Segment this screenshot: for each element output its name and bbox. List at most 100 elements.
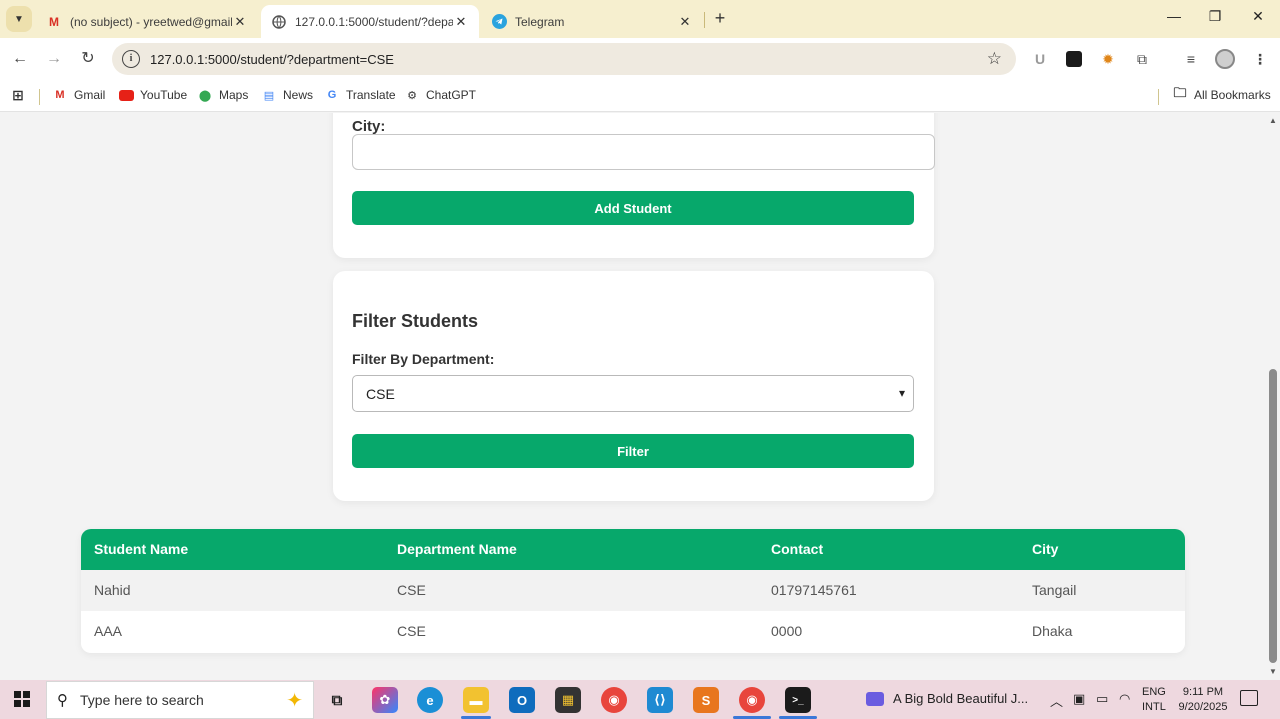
address-bar[interactable]: i 127.0.0.1:5000/student/?department=CSE… [112, 43, 1016, 75]
new-tab-button[interactable]: + [710, 8, 730, 28]
bookmark-maps[interactable]: ⬤ Maps [197, 87, 249, 103]
all-bookmarks-label: All Bookmarks [1194, 88, 1271, 102]
forward-icon[interactable]: → [43, 48, 65, 70]
chevron-down-icon: ▾ [898, 386, 905, 400]
bookmarks-bar: ⊞ M Gmail YouTube ⬤ Maps ▤ News G Transl… [0, 80, 1280, 112]
browser-toolbar: ← → ↻ i 127.0.0.1:5000/student/?departme… [0, 38, 1280, 80]
tab-telegram[interactable]: Telegram ✕ [481, 5, 703, 38]
bookmark-separator [1158, 89, 1159, 105]
close-icon[interactable]: ✕ [453, 14, 469, 30]
chatgpt-icon: ⚙ [407, 89, 417, 102]
column-header: Department Name [397, 541, 517, 557]
tab-student[interactable]: 127.0.0.1:5000/student/?depart ✕ [261, 5, 479, 38]
tab-gmail[interactable]: M (no subject) - yreetwed@gmail. ✕ [36, 5, 258, 38]
bookmark-star-icon[interactable]: ☆ [987, 49, 1002, 69]
youtube-icon [118, 87, 134, 103]
chrome-icon[interactable]: ◉ [601, 687, 627, 713]
windows-start-icon[interactable] [14, 691, 30, 707]
chevron-down-icon: ▼ [14, 13, 24, 25]
copilot-icon[interactable]: ✿ [372, 687, 398, 713]
page-viewport: City: Add Student Filter Students Filter… [0, 113, 1280, 680]
vscode-icon[interactable]: ⟨⟩ [647, 687, 673, 713]
scroll-up-icon[interactable]: ▲ [1269, 116, 1277, 125]
translate-icon: G [327, 89, 337, 101]
site-info-icon[interactable]: i [122, 50, 140, 68]
close-window-icon[interactable]: ✕ [1248, 8, 1268, 25]
file-explorer-icon[interactable]: ▬ [463, 687, 489, 713]
wifi-icon[interactable]: ◠ [1119, 691, 1130, 707]
terminal-icon[interactable]: >_ [785, 687, 811, 713]
table-cell: Dhaka [1032, 623, 1073, 639]
column-header: Contact [771, 541, 824, 557]
reload-icon[interactable]: ↻ [77, 48, 99, 70]
table-cell: 01797145761 [771, 582, 857, 598]
filter-card: Filter Students Filter By Department: CS… [333, 271, 934, 501]
app-tool-icon[interactable]: ▦ [555, 687, 581, 713]
all-bookmarks[interactable]: 🗀 All Bookmarks [1172, 85, 1271, 103]
media-playing[interactable]: A Big Bold Beautiful J... [866, 691, 1028, 706]
menu-kebab-icon[interactable]: ⋮ [1250, 49, 1270, 69]
column-header: Student Name [94, 541, 189, 557]
extensions-puzzle-icon[interactable]: ⧉ [1132, 49, 1152, 69]
filter-button[interactable]: Filter [352, 434, 914, 468]
city-input[interactable] [352, 134, 935, 170]
bookmark-label: ChatGPT [426, 88, 477, 102]
bookmark-label: Translate [346, 88, 396, 102]
bookmark-youtube[interactable]: YouTube [118, 87, 187, 103]
clock-time: 9:11 PM [1182, 686, 1224, 698]
scroll-down-icon[interactable]: ▼ [1269, 667, 1277, 676]
profile-avatar-icon[interactable] [1215, 49, 1235, 69]
tab-search-button[interactable]: ▼ [6, 6, 32, 32]
news-icon: ▤ [263, 89, 275, 102]
apps-grid-icon[interactable]: ⊞ [10, 87, 32, 103]
sublime-icon[interactable]: S [693, 687, 719, 713]
bookmark-gmail[interactable]: M Gmail [52, 87, 105, 103]
tab-strip: ▼ M (no subject) - yreetwed@gmail. ✕ 127… [0, 0, 1280, 38]
table-cell: 0000 [771, 623, 803, 639]
extension-u-icon[interactable]: U [1030, 49, 1050, 69]
restore-icon[interactable]: ❐ [1205, 8, 1225, 25]
extension-dark-icon[interactable] [1064, 49, 1084, 69]
language-indicator[interactable]: ENG INTL [1142, 685, 1166, 715]
media-play-icon [866, 691, 884, 706]
keyboard-layout: INTL [1142, 701, 1166, 713]
back-icon[interactable]: ← [9, 48, 31, 70]
department-select[interactable]: CSE ▾ [352, 375, 914, 412]
outlook-icon[interactable]: O [509, 687, 535, 713]
add-student-card: City: Add Student [333, 113, 935, 258]
maps-icon: ⬤ [198, 89, 212, 102]
chrome-profile-icon[interactable]: ◉ [739, 687, 765, 713]
show-hidden-icons-icon[interactable]: ︿ [1050, 691, 1063, 710]
bookmark-label: News [283, 88, 314, 102]
table-row: Nahid CSE 01797145761 Tangail [81, 570, 1185, 611]
column-header: City [1032, 541, 1059, 557]
system-clock[interactable]: 9:11 PM 9/20/2025 [1176, 685, 1230, 715]
folder-icon: 🗀 [1173, 85, 1187, 100]
tab-title: Telegram [515, 14, 565, 29]
bookmark-news[interactable]: ▤ News [261, 87, 313, 103]
meet-now-icon[interactable]: ▣ [1073, 691, 1085, 707]
bookmark-label: Gmail [74, 88, 106, 102]
globe-icon [271, 14, 287, 30]
media-control-icon[interactable]: ≡ [1181, 49, 1201, 69]
table-cell: Tangail [1032, 582, 1077, 598]
minimize-icon[interactable]: — [1164, 8, 1184, 24]
extension-gear-icon[interactable]: ✹ [1098, 49, 1118, 69]
close-icon[interactable]: ✕ [677, 14, 693, 30]
bookmark-chatgpt[interactable]: ⚙ ChatGPT [404, 87, 476, 103]
telegram-icon [491, 14, 507, 30]
taskbar: ⚲ Type here to search ✦ ⧉ ✿ e ▬ O ▦ ◉ ⟨⟩… [0, 680, 1280, 719]
close-icon[interactable]: ✕ [232, 14, 248, 30]
bookmark-translate[interactable]: G Translate [324, 87, 396, 103]
battery-icon[interactable]: ▭ [1096, 691, 1108, 707]
notification-icon[interactable] [1240, 690, 1258, 706]
page-scrollbar[interactable]: ▲ ▼ [1266, 113, 1280, 680]
scroll-thumb[interactable] [1269, 369, 1277, 663]
filter-title: Filter Students [352, 311, 479, 331]
taskbar-search[interactable]: ⚲ Type here to search ✦ [46, 681, 314, 719]
edge-icon[interactable]: e [417, 687, 443, 713]
gmail-icon: M [49, 14, 59, 29]
add-student-button[interactable]: Add Student [352, 191, 914, 225]
address-url[interactable]: 127.0.0.1:5000/student/?department=CSE [150, 52, 394, 67]
task-view-icon[interactable]: ⧉ [324, 687, 350, 713]
